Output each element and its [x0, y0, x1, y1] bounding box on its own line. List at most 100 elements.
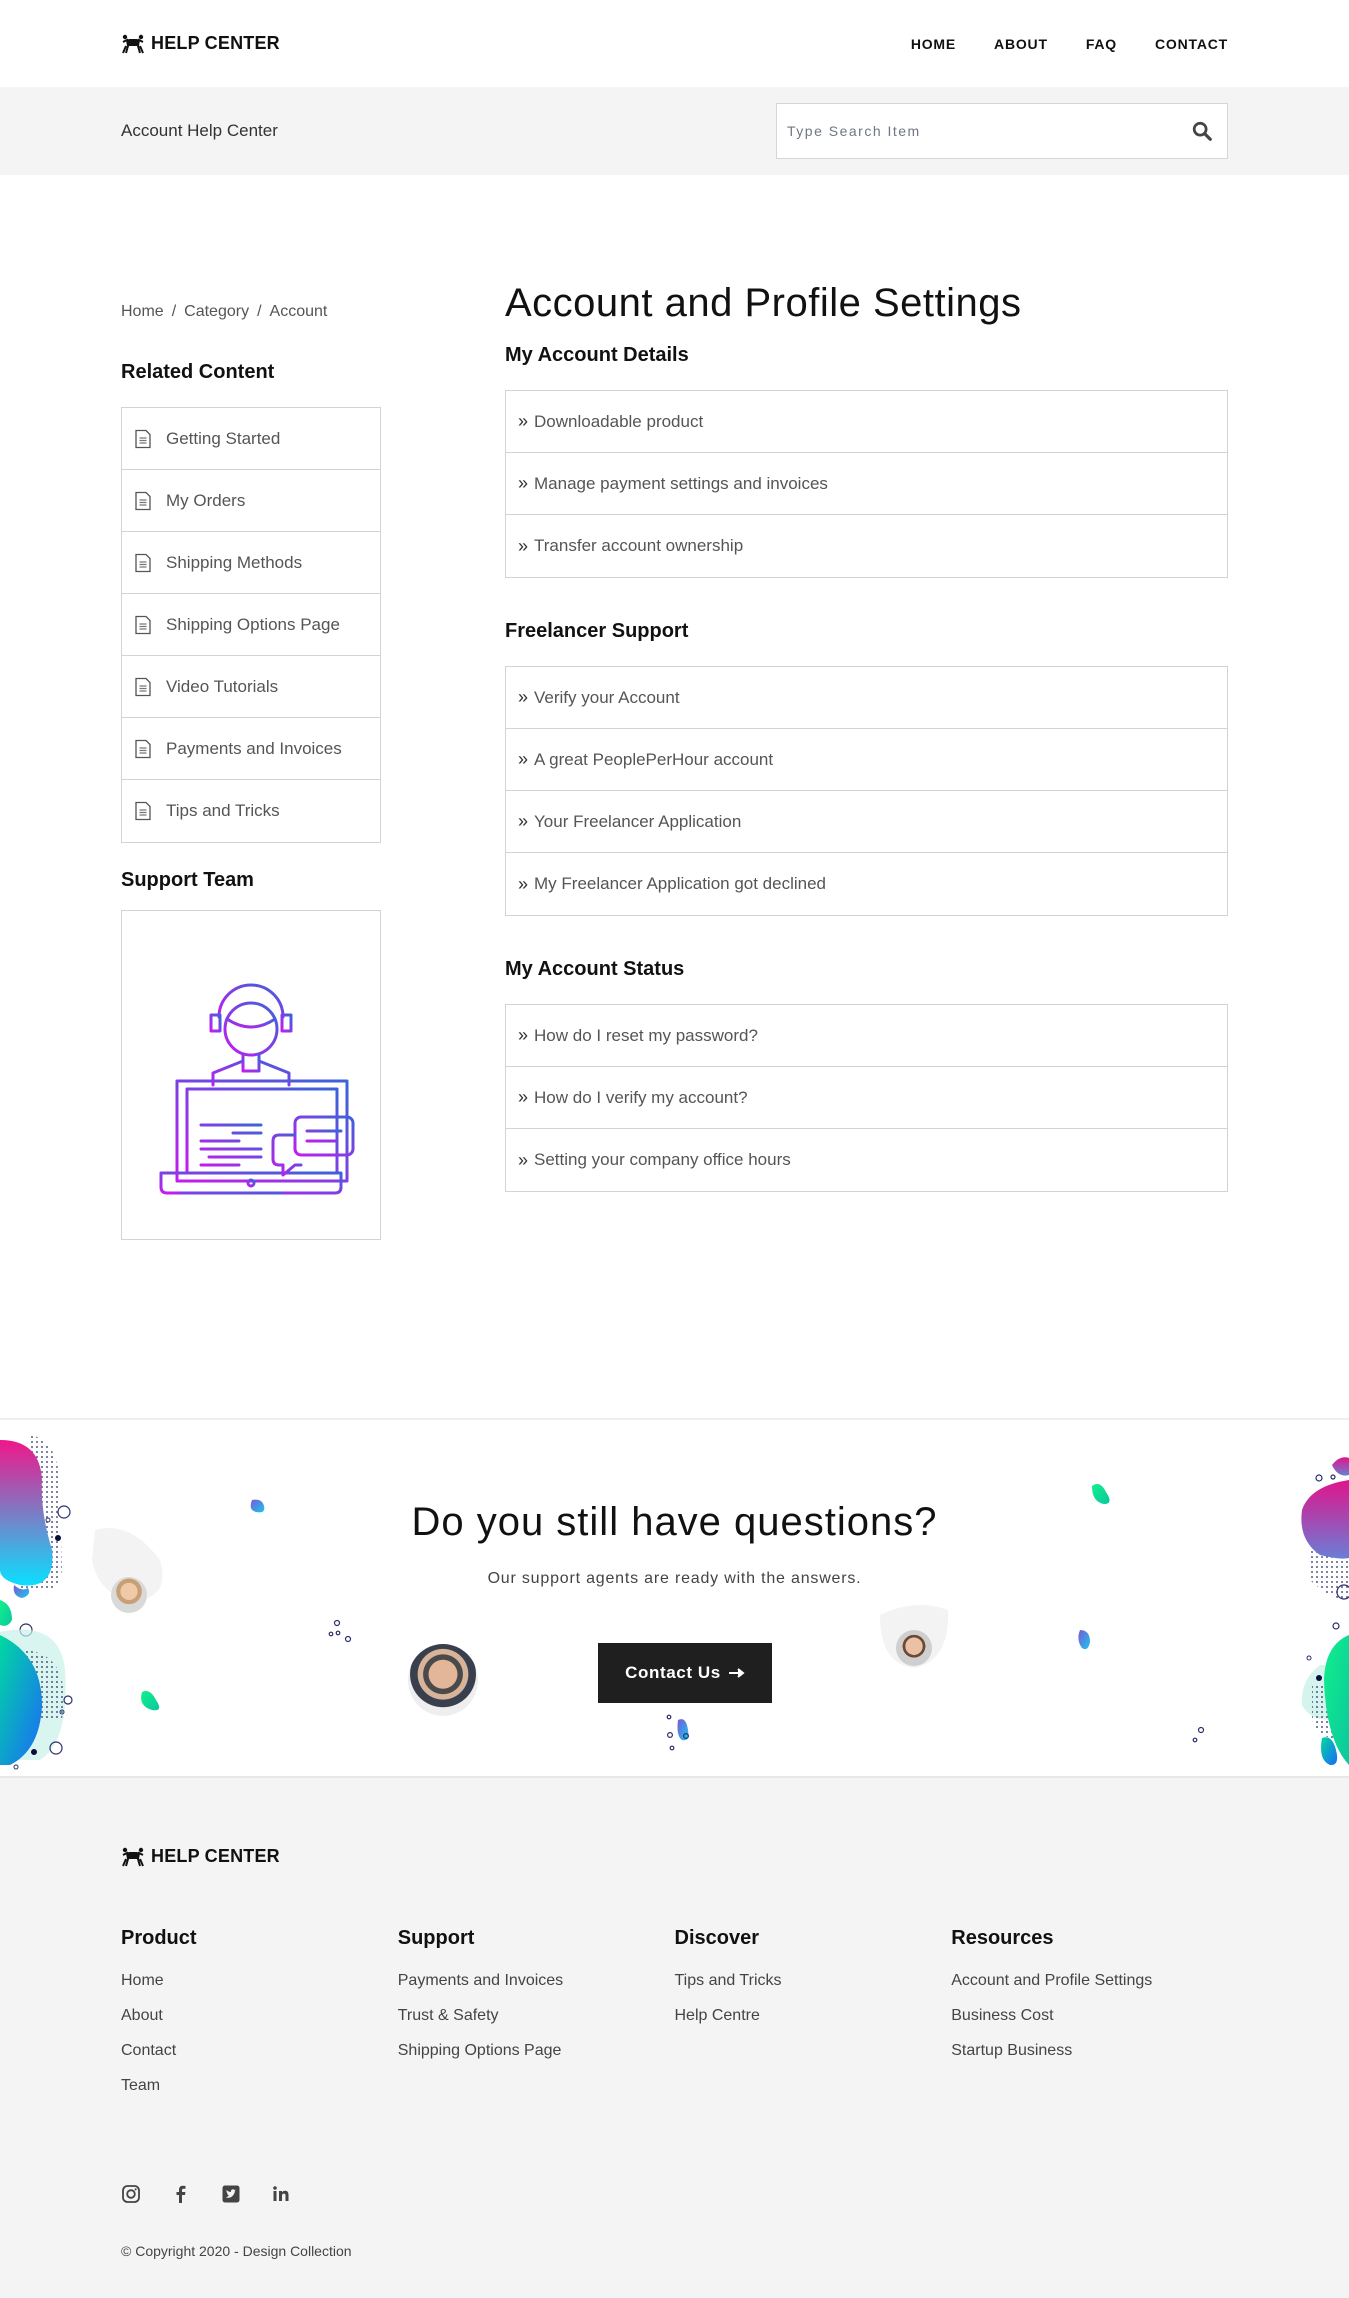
linkedin-link[interactable] [271, 2184, 291, 2209]
article-link[interactable]: » Transfer account ownership [506, 515, 1227, 577]
search-box [776, 103, 1228, 159]
related-content-label: Video Tutorials [166, 676, 279, 696]
footer-link[interactable]: Help Centre [675, 2007, 952, 2025]
logo-text: HELP CENTER [151, 33, 280, 53]
related-content-item[interactable]: Shipping Options Page [122, 594, 380, 656]
footer-link[interactable]: About [121, 2007, 398, 2025]
related-content-label: Shipping Methods [166, 552, 303, 572]
footer-link[interactable]: Contact [121, 2042, 398, 2060]
page-title: Account and Profile Settings [505, 281, 1022, 325]
related-content-label: Tips and Tricks [166, 801, 280, 820]
support-agent-illustration-icon [159, 983, 355, 1195]
nav-faq[interactable]: FAQ [1086, 36, 1117, 52]
facebook-icon [176, 2185, 186, 2203]
related-content-item[interactable]: My Orders [122, 470, 380, 532]
site-footer: HELP CENTER Product Home About Contact Team S… [0, 1778, 1349, 2298]
breadcrumb-account[interactable]: Account [270, 303, 328, 321]
footer-columns: Product Home About Contact Team Support Paymen… [121, 1927, 1228, 2112]
article-link[interactable]: » A great PeoplePerHour account [506, 729, 1227, 791]
movers-logo-icon [122, 34, 144, 53]
article-link-label: Transfer account ownership [534, 536, 744, 555]
nav-home[interactable]: HOME [911, 36, 956, 52]
article-link[interactable]: » Downloadable product [506, 391, 1227, 453]
article-link-label: How do I verify my account? [534, 1087, 748, 1107]
arrow-right-icon [728, 1668, 745, 1678]
double-chevron-right-icon: » [518, 535, 529, 556]
twitter-icon [222, 2185, 240, 2203]
related-content-label: My Orders [166, 490, 246, 510]
article-link-label: Manage payment settings and invoices [534, 473, 828, 493]
related-content-item[interactable]: Shipping Methods [122, 532, 380, 594]
related-content-list: Getting Started My Orders Shipping Methods… [121, 407, 381, 843]
footer-link[interactable]: Team [121, 2077, 398, 2095]
section-heading: My Account Status [505, 958, 685, 980]
article-list: » How do I reset my password?» How do I ve… [505, 1004, 1228, 1192]
footer-link[interactable]: Home [121, 1972, 398, 1990]
breadcrumb-home[interactable]: Home [121, 303, 164, 321]
footer-logo[interactable]: HELP CENTER [121, 1778, 1228, 1867]
related-content-label: Shipping Options Page [166, 614, 340, 634]
footer-column-title: Support [397, 1927, 475, 1949]
cta-subtitle: Our support agents are ready with the an… [487, 1570, 862, 1587]
search-icon[interactable] [1191, 120, 1213, 142]
footer-column-title: Resources [951, 1927, 1054, 1949]
document-icon [135, 615, 151, 634]
double-chevron-right-icon: » [518, 1149, 529, 1170]
document-icon [135, 429, 151, 448]
cta-title: Do you still have questions? [411, 1500, 938, 1544]
footer-logo-text: HELP CENTER [151, 1846, 280, 1866]
instagram-icon [122, 2185, 140, 2203]
footer-link[interactable]: Shipping Options Page [398, 2042, 675, 2060]
related-content-label: Payments and Invoices [166, 738, 342, 758]
article-link[interactable]: » Verify your Account [506, 667, 1227, 729]
article-link-label: Your Freelancer Application [534, 811, 742, 831]
document-icon [135, 739, 151, 758]
subheader: Account Help Center [0, 87, 1349, 175]
social-links [121, 2184, 1228, 2209]
movers-logo-icon [122, 1847, 144, 1866]
subheader-title: Account Help Center [121, 121, 278, 140]
support-team-card [121, 910, 381, 1240]
contact-us-button[interactable]: Contact Us [598, 1643, 772, 1703]
footer-link[interactable]: Business Cost [951, 2007, 1228, 2025]
nav-about[interactable]: ABOUT [994, 36, 1048, 52]
footer-column: Support Payments and Invoices Trust & Safe… [398, 1927, 675, 2112]
facebook-link[interactable] [171, 2184, 191, 2209]
article-link[interactable]: » Setting your company office hours [506, 1129, 1227, 1191]
section-heading: My Account Details [505, 344, 689, 366]
related-content-heading: Related Content [121, 361, 275, 383]
questions-cta: Do you still have questions? Our support… [0, 1418, 1349, 1778]
related-content-item[interactable]: Payments and Invoices [122, 718, 380, 780]
breadcrumb-separator: / [257, 303, 262, 320]
site-logo[interactable]: HELP CENTER [121, 33, 280, 54]
breadcrumb-category[interactable]: Category [184, 303, 249, 321]
instagram-link[interactable] [121, 2184, 141, 2209]
article-link[interactable]: » My Freelancer Application got declined [506, 853, 1227, 915]
article-link[interactable]: » How do I reset my password? [506, 1005, 1227, 1067]
footer-link[interactable]: Startup Business [951, 2042, 1228, 2060]
footer-link[interactable]: Tips and Tricks [675, 1972, 952, 1990]
article-link-label: Setting your company office hours [534, 1150, 791, 1169]
article-link[interactable]: » Your Freelancer Application [506, 791, 1227, 853]
footer-column-title: Product [121, 1927, 197, 1949]
footer-column: Resources Account and Profile Settings Bus… [951, 1927, 1228, 2112]
double-chevron-right-icon: » [518, 411, 529, 431]
support-team-heading: Support Team [121, 869, 254, 891]
related-content-item[interactable]: Video Tutorials [122, 656, 380, 718]
article-list: » Downloadable product» Manage payment set… [505, 390, 1228, 578]
nav-contact[interactable]: CONTACT [1155, 36, 1228, 52]
related-content-item[interactable]: Tips and Tricks [122, 780, 380, 842]
footer-link[interactable]: Trust & Safety [398, 2007, 675, 2025]
double-chevron-right-icon: » [518, 811, 529, 831]
article-link[interactable]: » Manage payment settings and invoices [506, 453, 1227, 515]
document-icon [135, 677, 151, 696]
search-input[interactable] [787, 123, 1191, 139]
breadcrumb-separator: / [171, 303, 177, 320]
sidebar: Home / Category / Account Related Conten… [121, 265, 381, 1240]
twitter-link[interactable] [221, 2184, 241, 2209]
footer-link[interactable]: Payments and Invoices [398, 1972, 675, 1990]
footer-link[interactable]: Account and Profile Settings [951, 1972, 1228, 1990]
article-link[interactable]: » How do I verify my account? [506, 1067, 1227, 1129]
related-content-item[interactable]: Getting Started [122, 408, 380, 470]
double-chevron-right-icon: » [518, 873, 529, 894]
